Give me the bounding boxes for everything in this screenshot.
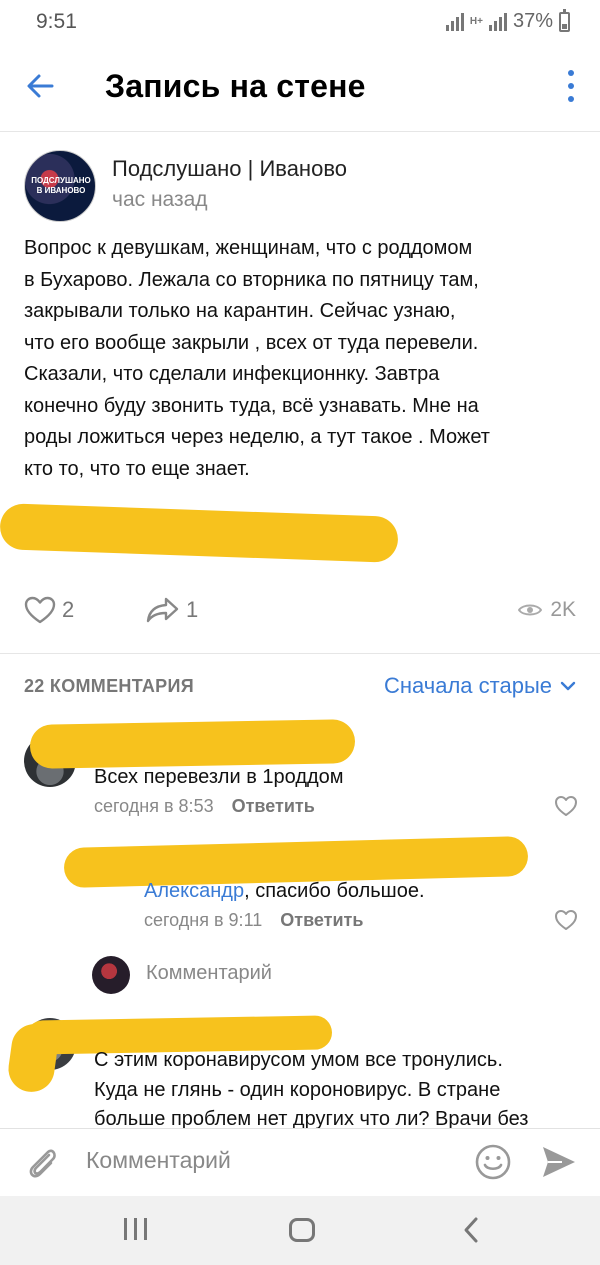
shares-count: 1 (186, 597, 199, 622)
like-button[interactable]: 2 (24, 596, 74, 624)
divider (0, 653, 600, 654)
reply-comment-field[interactable]: Комментарий (92, 956, 552, 996)
status-time: 9:51 (36, 10, 77, 33)
avatar-logo-text: ПОДСЛУШАНО В ИВАНОВО (31, 176, 91, 195)
page-title: Запись на стене (105, 68, 366, 104)
system-nav-bar (0, 1196, 600, 1265)
comment-time: сегодня в 9:11 (144, 910, 263, 930)
views-count: 2K (550, 598, 576, 621)
sort-label: Сначала старые (383, 673, 552, 698)
chevron-down-icon (560, 681, 576, 691)
views: 2K (518, 598, 576, 622)
reply-button[interactable]: Ответить (280, 910, 363, 931)
heart-icon (24, 596, 56, 624)
comment-text: Всех перевезли в 1роддом (94, 766, 344, 788)
redaction-scribble (5, 1021, 61, 1095)
emoji-icon[interactable] (474, 1143, 512, 1181)
comment-meta: сегодня в 8:53 Ответить (94, 796, 315, 817)
comments-count: 22 КОММЕНТАРИЯ (24, 676, 194, 696)
send-icon[interactable] (540, 1144, 578, 1180)
battery-icon (559, 8, 570, 32)
share-icon (146, 597, 179, 623)
network-type: H+ (469, 16, 483, 27)
attach-clip-icon[interactable] (22, 1143, 62, 1183)
sort-dropdown[interactable]: Сначала старые (384, 673, 576, 699)
eye-icon (518, 604, 543, 616)
home-icon[interactable] (289, 1218, 315, 1242)
reply-placeholder: Комментарий (146, 962, 272, 984)
comment-like-heart-icon[interactable] (554, 795, 578, 817)
status-bar: 9:51 H+ 37% (0, 0, 600, 48)
post-author[interactable]: Подслушано | Иваново (112, 156, 347, 182)
reply-button[interactable]: Ответить (232, 796, 315, 817)
likes-count: 2 (62, 597, 75, 622)
comment-text: Александр, спасибо большое. (144, 876, 425, 907)
redaction-scribble (0, 503, 399, 563)
comment-like-heart-icon[interactable] (554, 909, 578, 931)
comment-text-line: Куда не глянь - один короновирус. В стра… (94, 1079, 501, 1101)
mention-link[interactable]: Александр (144, 880, 244, 902)
post-text: Вопрос к девушкам, женщинам, что с роддо… (24, 237, 490, 480)
comment-text-line: С этим коронавирусом умом все тронулись. (94, 1049, 503, 1071)
my-avatar (92, 956, 130, 994)
nav-back-icon[interactable] (462, 1216, 480, 1244)
group-avatar[interactable]: ПОДСЛУШАНО В ИВАНОВО (24, 150, 96, 222)
battery-percent: 37% (512, 10, 553, 32)
recent-apps-icon[interactable] (124, 1218, 147, 1240)
comment-body: , спасибо большое. (244, 880, 425, 902)
more-options-icon[interactable] (566, 70, 576, 102)
comment-input-bar: Комментарий (0, 1128, 600, 1194)
signal-icon (445, 12, 464, 31)
divider (0, 131, 600, 132)
post-time: час назад (112, 188, 208, 211)
comment-input[interactable]: Комментарий (86, 1147, 231, 1174)
post-actions: 2 1 2K (0, 592, 600, 632)
comment-meta: сегодня в 9:11 Ответить (144, 910, 363, 931)
comment-time: сегодня в 8:53 (94, 796, 214, 816)
share-button[interactable]: 1 (146, 596, 198, 624)
signal-icon-2 (488, 12, 507, 31)
back-arrow-icon[interactable] (22, 68, 58, 104)
app-header: Запись на стене (0, 56, 600, 116)
status-indicators: H+ 37% (445, 8, 570, 33)
